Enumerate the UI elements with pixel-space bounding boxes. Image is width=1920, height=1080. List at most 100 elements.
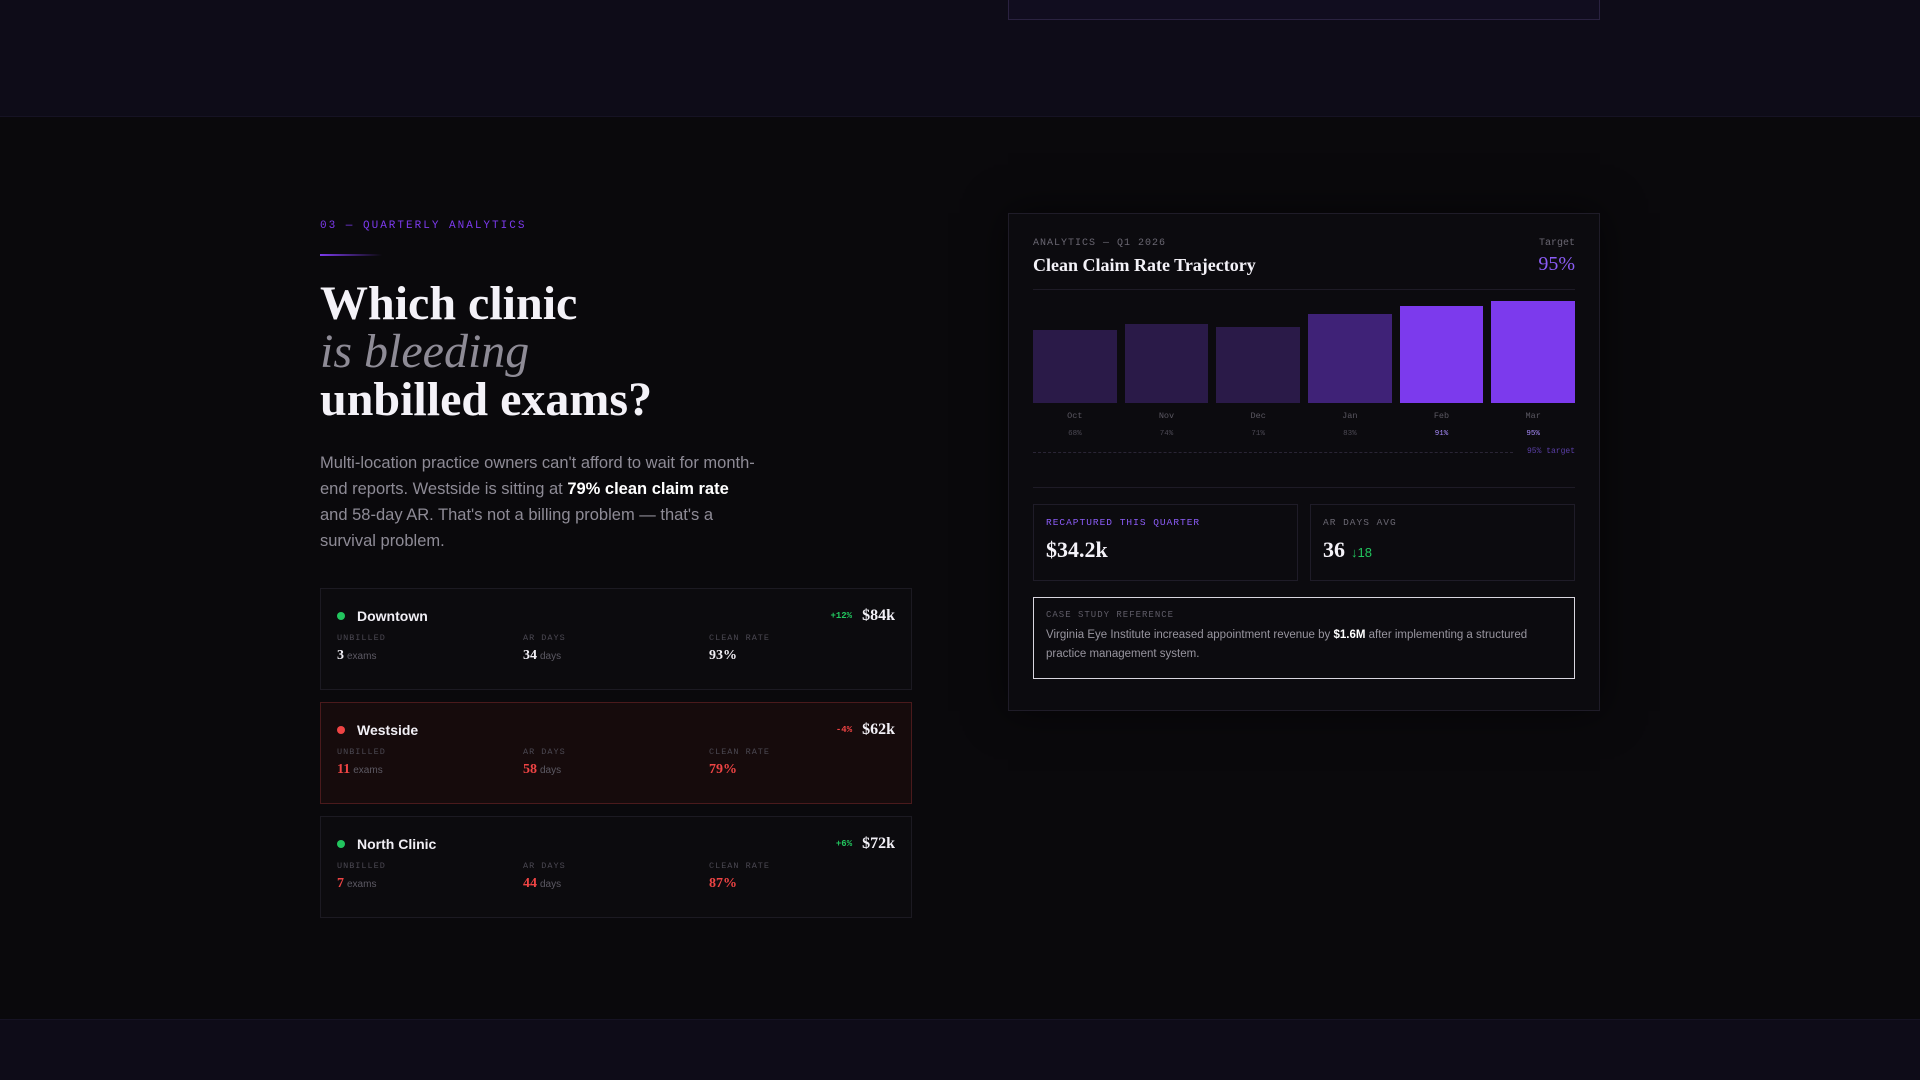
stat-value: $34.2k <box>1046 537 1108 562</box>
metric-unit: exams <box>347 879 377 890</box>
metric-ar-days: AR DAYS 44 days <box>523 861 709 892</box>
status-dot-good <box>337 612 345 620</box>
metric-clean-rate: CLEAN RATE 93% <box>709 633 895 664</box>
metric-value: 11 <box>337 762 351 777</box>
chart-value-label: 71% <box>1251 430 1265 438</box>
clinic-revenue: $84k <box>862 607 895 624</box>
lede-text-2: and 58-day AR. That's not a billing prob… <box>320 506 714 550</box>
target-label: Target <box>1538 238 1575 249</box>
metric-unbilled: UNBILLED 7 exams <box>337 861 523 892</box>
target-line <box>1033 452 1513 453</box>
card-divider <box>1033 289 1575 290</box>
revenue-delta: +12% <box>830 611 853 621</box>
metric-value: 87% <box>709 876 737 891</box>
metric-unbilled: UNBILLED 11 exams <box>337 747 523 778</box>
clinic-name: Westside <box>357 722 419 738</box>
metric-value: 93% <box>709 648 737 663</box>
stats-row: RECAPTURED THIS QUARTER $34.2k AR DAYS A… <box>1033 504 1575 581</box>
chart-bar-dec <box>1216 327 1300 403</box>
metric-label: CLEAN RATE <box>709 861 771 871</box>
revenue-delta: -4% <box>835 725 853 735</box>
revenue-delta: +6% <box>835 839 853 849</box>
metric-ar-days: AR DAYS 58 days <box>523 747 709 778</box>
metric-unit: days <box>540 651 562 662</box>
card-divider <box>1033 487 1575 488</box>
clinic-card-north-clinic[interactable]: North Clinic +6% $72k UNBILLED 7 exams AR… <box>320 816 912 918</box>
card-eyebrow: ANALYTICS — Q1 2026 <box>1033 238 1167 249</box>
analytics-intro: 03 — QUARTERLY ANALYTICS Which clinic is… <box>320 220 912 918</box>
metric-unit: exams <box>347 651 377 662</box>
metric-label: UNBILLED <box>337 747 386 757</box>
clinic-name: Downtown <box>357 608 428 624</box>
clinic-revenue: $62k <box>862 721 895 738</box>
metric-value: 3 <box>337 648 344 663</box>
lede-highlight: 79% clean claim rate <box>567 480 729 498</box>
metric-label: CLEAN RATE <box>709 633 771 643</box>
metric-label: AR DAYS <box>523 861 566 871</box>
section-eyebrow: 03 — QUARTERLY ANALYTICS <box>320 220 527 232</box>
stat-ar-days-avg: AR DAYS AVG 36 ↓18 <box>1310 504 1575 581</box>
headline-line-3: unbilled exams? <box>320 373 653 426</box>
chart-category-label: Jan <box>1342 411 1358 421</box>
chart-bar-oct <box>1033 330 1117 403</box>
stat-delta: ↓18 <box>1351 545 1372 560</box>
metric-value: 79% <box>709 762 737 777</box>
previous-section-card-edge <box>1008 0 1600 20</box>
metric-value: 44 <box>523 876 537 891</box>
metric-label: CLEAN RATE <box>709 747 771 757</box>
metric-value: 7 <box>337 876 344 891</box>
metric-label: AR DAYS <box>523 747 566 757</box>
case-study-text: Virginia Eye Institute increased appoint… <box>1046 626 1562 664</box>
status-dot-bad <box>337 726 345 734</box>
metric-clean-rate: CLEAN RATE 79% <box>709 747 895 778</box>
clinic-card-westside[interactable]: Westside -4% $62k UNBILLED 11 exams AR DA… <box>320 702 912 804</box>
chart-category-label: Feb <box>1433 411 1450 421</box>
chart-value-label: 68% <box>1068 430 1082 438</box>
metric-value: 34 <box>523 648 537 663</box>
case-highlight: $1.6M <box>1333 629 1366 641</box>
card-title: Clean Claim Rate Trajectory <box>1033 255 1256 275</box>
metric-label: UNBILLED <box>337 633 386 643</box>
metric-label: UNBILLED <box>337 861 386 871</box>
section-lede: Multi-location practice owners can't aff… <box>320 450 760 554</box>
case-study-box: CASE STUDY REFERENCE Virginia Eye Instit… <box>1033 597 1575 679</box>
metric-label: AR DAYS <box>523 633 566 643</box>
target-line-label: 95% target <box>1526 447 1575 456</box>
clean-claim-rate-chart: 95% target Oct 68% Nov 74% Dec 71% Jan 83% Feb 91… <box>1033 296 1575 456</box>
headline-line-1: Which clinic <box>320 277 578 330</box>
metric-value: 58 <box>523 762 537 777</box>
metric-unbilled: UNBILLED 3 exams <box>337 633 523 664</box>
stat-recaptured: RECAPTURED THIS QUARTER $34.2k <box>1033 504 1298 581</box>
metric-unit: days <box>540 879 562 890</box>
previous-section-band <box>0 0 1920 117</box>
chart-bar-jan <box>1308 314 1392 403</box>
clinic-revenue: $72k <box>862 835 895 852</box>
headline-line-2: is bleeding <box>320 325 530 378</box>
next-section-band <box>0 1019 1920 1080</box>
chart-value-label: 91% <box>1434 430 1449 438</box>
analytics-card: ANALYTICS — Q1 2026 Clean Claim Rate Tra… <box>1008 213 1600 711</box>
case-text-1: Virginia Eye Institute increased appoint… <box>1046 629 1334 641</box>
status-dot-good <box>337 840 345 848</box>
chart-value-label: 95% <box>1526 430 1540 438</box>
case-study-label: CASE STUDY REFERENCE <box>1046 610 1175 620</box>
chart-value-label: 83% <box>1343 430 1357 438</box>
chart-bar-nov <box>1124 323 1209 403</box>
stat-value: 36 <box>1323 537 1345 562</box>
chart-category-label: Oct <box>1067 411 1083 421</box>
chart-category-label: Mar <box>1525 411 1541 421</box>
metric-unit: exams <box>353 765 383 776</box>
target-value: 95% <box>1538 253 1575 275</box>
clinic-card-downtown[interactable]: Downtown +12% $84k UNBILLED 3 exams AR DA… <box>320 588 912 690</box>
chart-value-label: 74% <box>1159 430 1174 438</box>
chart-category-label: Dec <box>1250 411 1266 421</box>
section-headline: Which clinic is bleeding unbilled exams? <box>320 280 912 424</box>
clinic-name: North Clinic <box>357 836 437 852</box>
metric-ar-days: AR DAYS 34 days <box>523 633 709 664</box>
stat-label: RECAPTURED THIS QUARTER <box>1046 517 1201 528</box>
chart-bar-mar <box>1491 301 1575 403</box>
metric-unit: days <box>540 765 562 776</box>
eyebrow-divider <box>320 254 382 256</box>
chart-bar-feb <box>1399 305 1484 403</box>
chart-category-label: Nov <box>1158 411 1175 421</box>
